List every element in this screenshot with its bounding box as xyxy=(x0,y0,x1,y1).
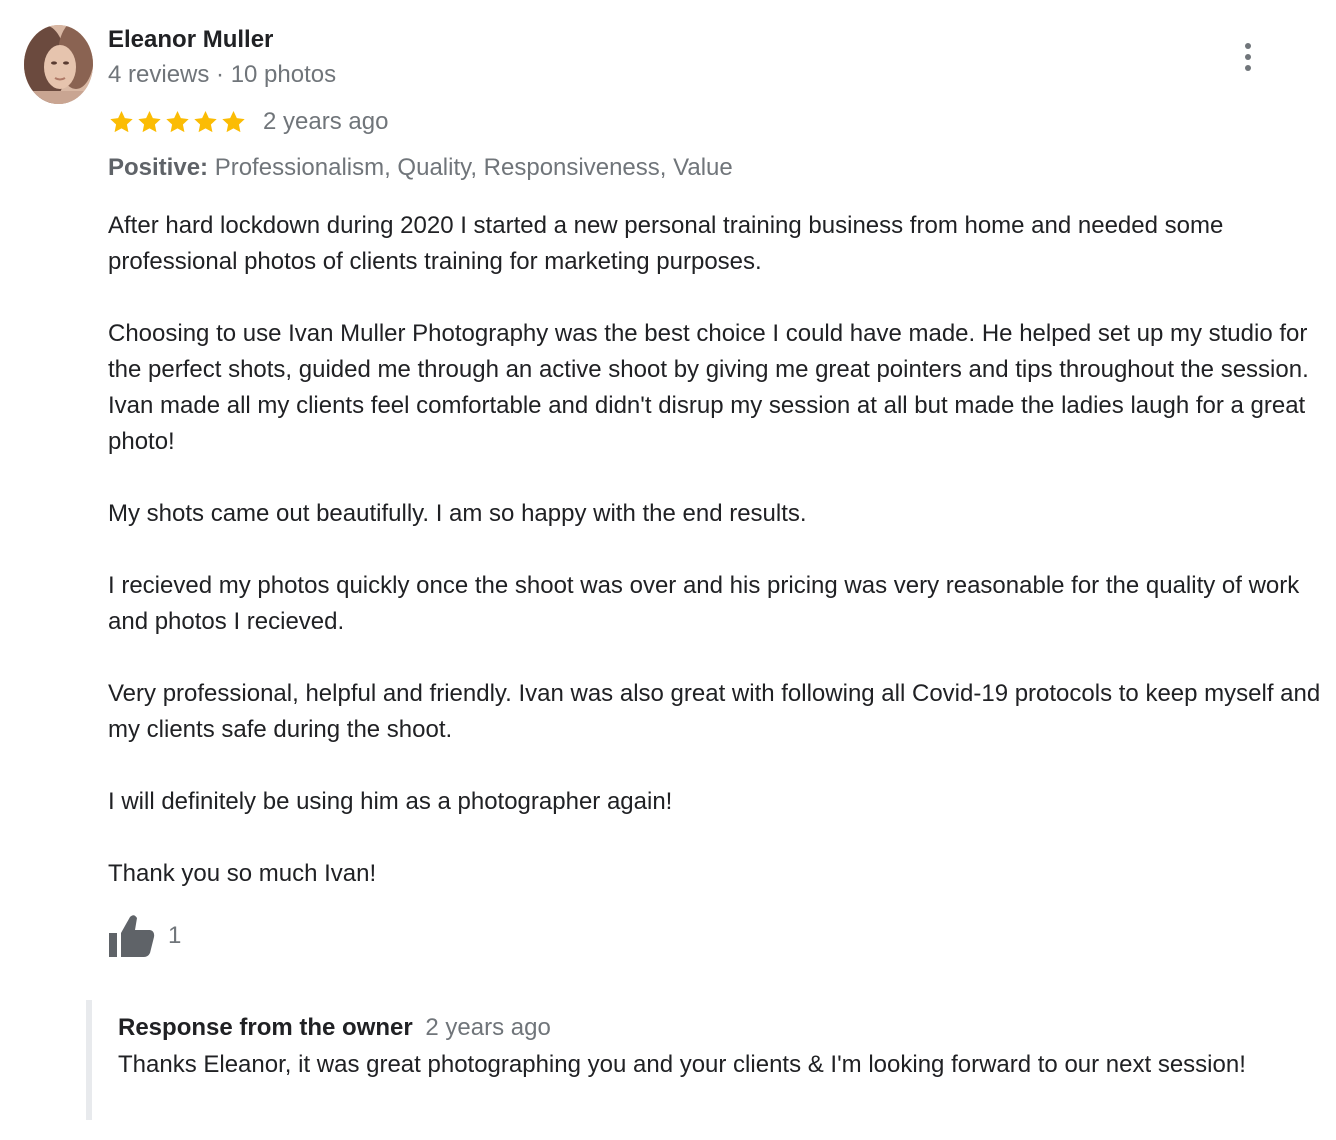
more-options-button[interactable] xyxy=(1234,38,1262,76)
review-paragraph: I recieved my photos quickly once the sh… xyxy=(108,572,1300,635)
author-meta[interactable]: 4 reviews · 10 photos xyxy=(108,61,336,89)
attributes-values: Professionalism, Quality, Responsiveness… xyxy=(214,154,733,181)
more-vert-icon xyxy=(1245,43,1251,49)
review-paragraph: Choosing to use Ivan Muller Photography … xyxy=(108,320,1309,455)
owner-response-text: Thanks Eleanor, it was great photographi… xyxy=(118,1051,1246,1078)
review-paragraph: I will definitely be using him as a phot… xyxy=(108,788,673,815)
review-text: After hard lockdown during 2020 I starte… xyxy=(108,208,1323,892)
star-icon xyxy=(138,110,161,133)
avatar[interactable] xyxy=(24,25,93,104)
avatar-photo xyxy=(24,25,93,104)
more-vert-icon-dot xyxy=(1245,65,1251,71)
review-time: 2 years ago xyxy=(263,108,389,135)
review-card: Eleanor Muller 4 reviews · 10 photos 2 y… xyxy=(0,0,1336,1140)
review-attributes: Positive: Professionalism, Quality, Resp… xyxy=(108,154,733,182)
review-paragraph: My shots came out beautifully. I am so h… xyxy=(108,500,807,527)
owner-response-title: Response from the owner xyxy=(118,1014,413,1041)
author-name[interactable]: Eleanor Muller xyxy=(108,26,273,54)
review-paragraph: After hard lockdown during 2020 I starte… xyxy=(108,212,1224,275)
owner-response-time: 2 years ago xyxy=(425,1014,551,1041)
star-icon xyxy=(110,110,133,133)
thumbs-up-icon[interactable] xyxy=(108,914,156,958)
owner-response-header: Response from the owner 2 years ago xyxy=(118,1014,551,1042)
star-icon xyxy=(222,110,245,133)
star-rating xyxy=(108,109,247,135)
owner-response: Response from the owner 2 years ago Than… xyxy=(86,1000,1322,1120)
like-row: 1 xyxy=(108,914,181,958)
star-icon xyxy=(166,110,189,133)
rating-row: 2 years ago xyxy=(108,106,388,138)
attributes-label: Positive: xyxy=(108,154,209,181)
more-vert-icon-dot xyxy=(1245,54,1251,60)
review-paragraph: Thank you so much Ivan! xyxy=(108,860,377,887)
like-count: 1 xyxy=(168,922,182,949)
star-icon xyxy=(194,110,217,133)
review-paragraph: Very professional, helpful and friendly.… xyxy=(108,680,1321,743)
